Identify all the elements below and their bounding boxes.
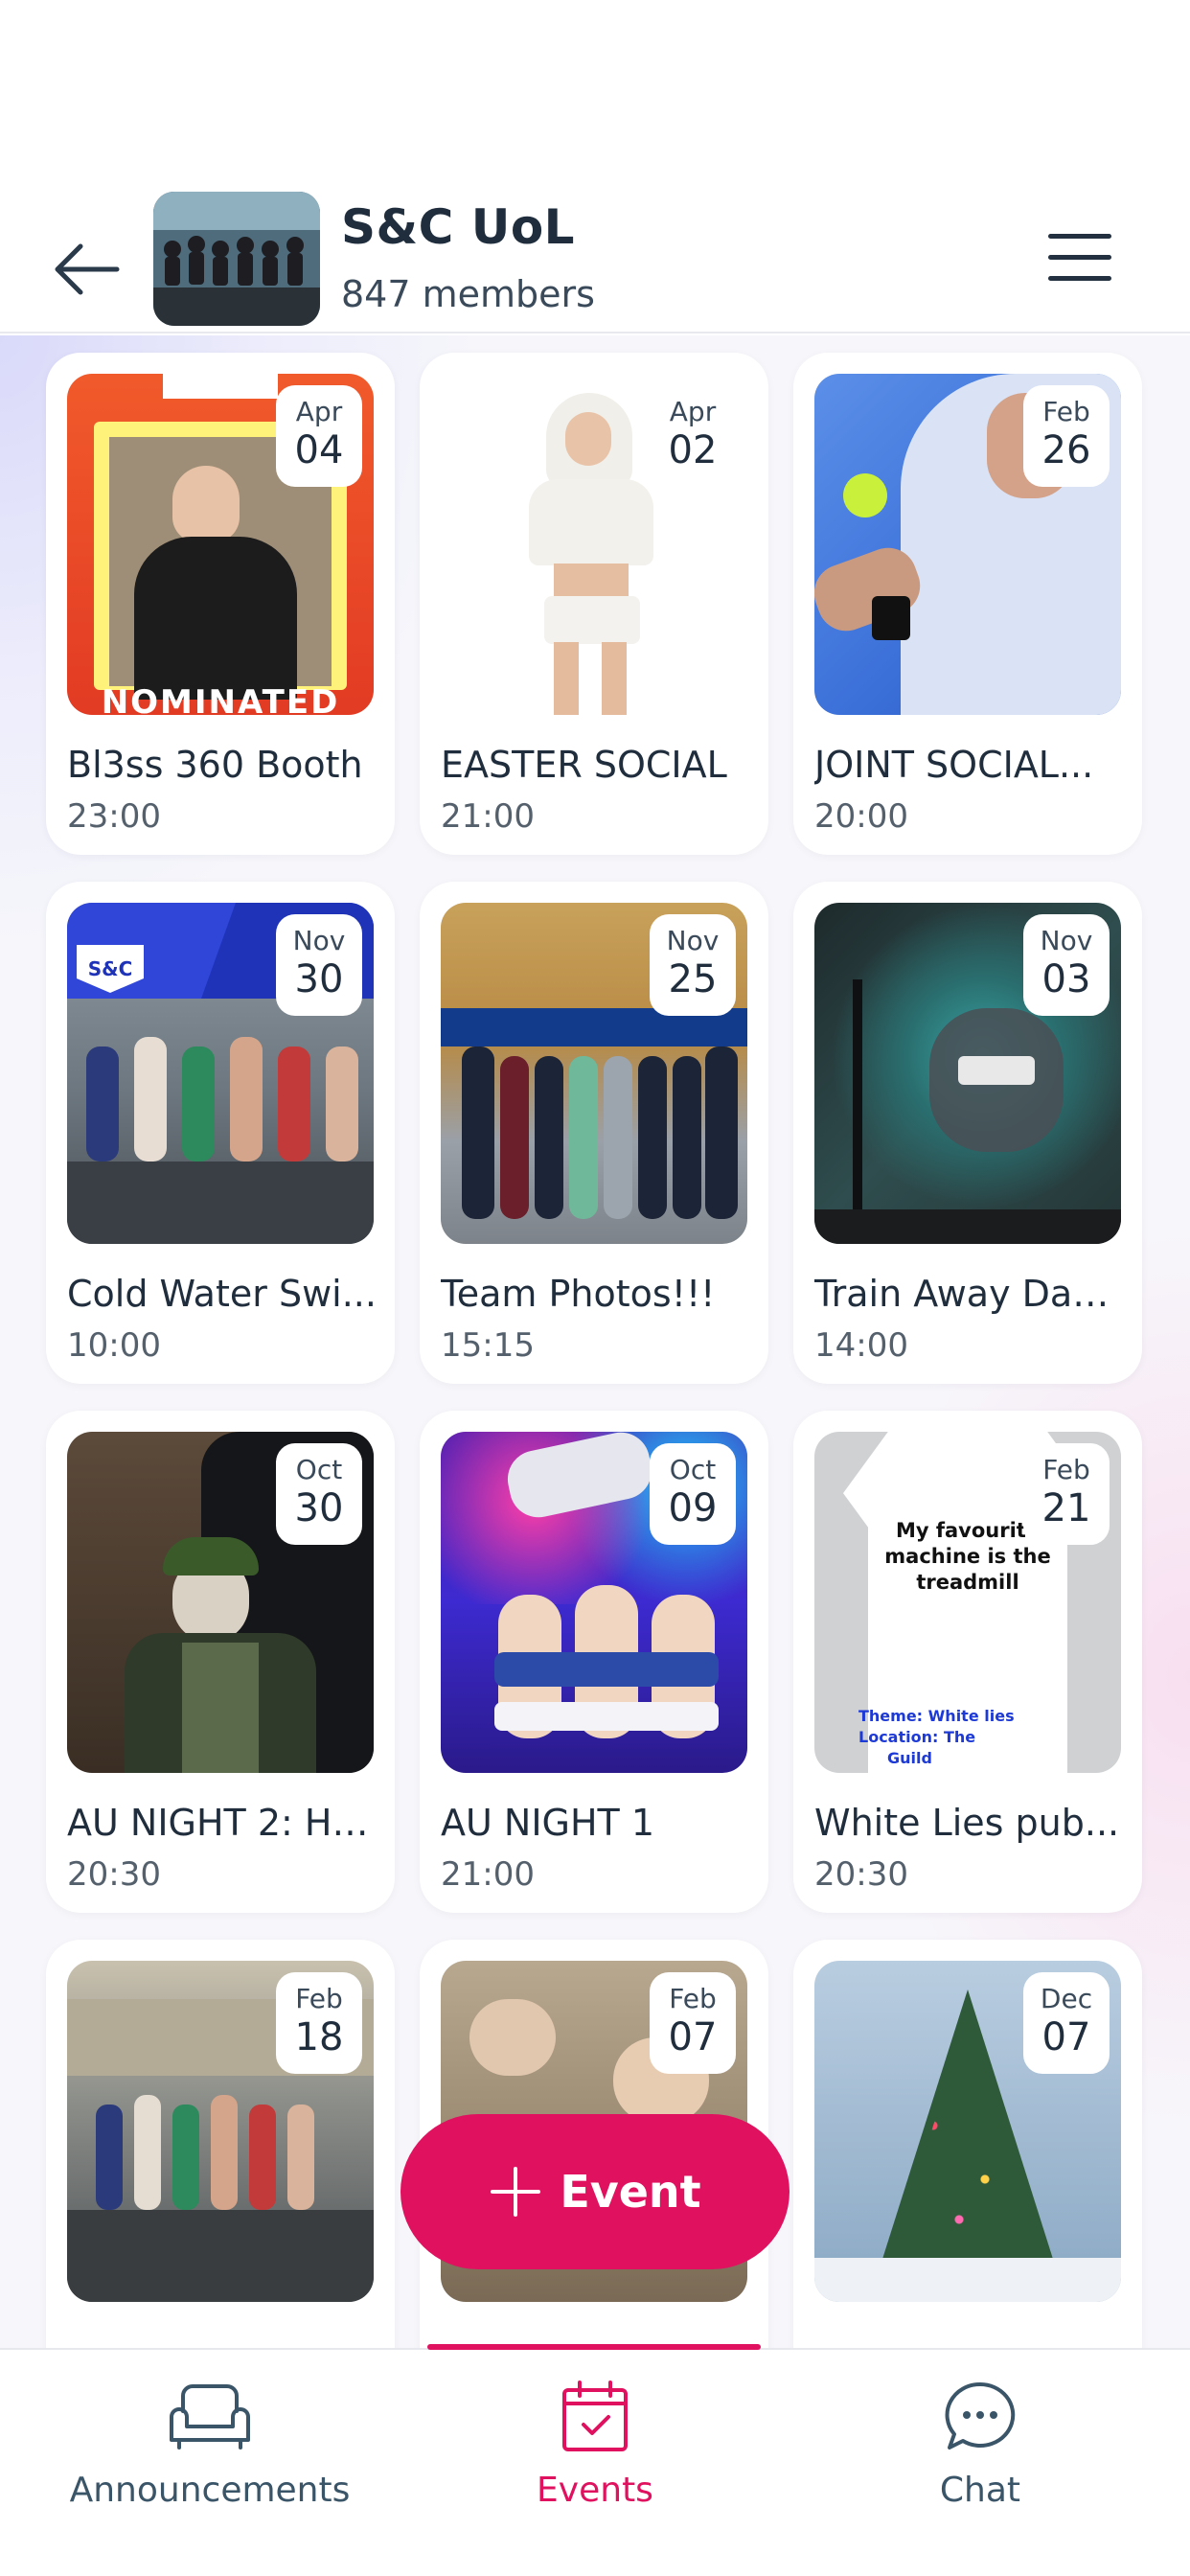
event-title: AU NIGHT 1 bbox=[441, 1802, 655, 1844]
event-title: EASTER SOCIAL bbox=[441, 744, 727, 786]
event-card[interactable]: Dec 07 bbox=[793, 1940, 1142, 2348]
event-title: Team Photos!!! bbox=[441, 1273, 716, 1315]
event-time: 21:00 bbox=[441, 1855, 535, 1894]
tab-events-label: Events bbox=[537, 2471, 653, 2510]
group-avatar[interactable] bbox=[153, 192, 320, 326]
event-card[interactable]: Feb 18 bbox=[46, 1940, 395, 2348]
nominated-banner: NOMINATED bbox=[101, 683, 340, 715]
event-date-badge: Apr 02 bbox=[650, 385, 736, 487]
shirt-theme-text: Theme: White lies Location: The Guild bbox=[858, 1707, 1015, 1767]
event-title: AU NIGHT 2: HA... bbox=[67, 1802, 379, 1844]
tab-announcements-label: Announcements bbox=[69, 2471, 351, 2510]
event-title: JOINT SOCIAL... bbox=[814, 744, 1094, 786]
menu-button[interactable] bbox=[1044, 226, 1115, 291]
event-time: 14:00 bbox=[814, 1326, 908, 1365]
event-title: Train Away Day 1 bbox=[814, 1273, 1127, 1315]
event-date-badge: Oct 30 bbox=[276, 1443, 362, 1545]
event-card[interactable]: S&C Nov 30 Cold Water Swi... 10:00 bbox=[46, 882, 395, 1384]
tab-announcements[interactable]: Announcements bbox=[11, 2379, 408, 2542]
tab-chat[interactable]: Chat bbox=[782, 2379, 1179, 2542]
hamburger-icon bbox=[1048, 234, 1111, 239]
calendar-check-icon bbox=[562, 2380, 628, 2451]
group-name: S&C UoL bbox=[341, 199, 576, 255]
event-time: 20:30 bbox=[814, 1855, 908, 1894]
member-count[interactable]: 847 members bbox=[341, 273, 595, 315]
group-header: S&C UoL 847 members bbox=[0, 0, 1190, 334]
event-date-badge: Feb 07 bbox=[650, 1972, 736, 2074]
events-grid[interactable]: NOMINATED Apr 04 Bl3ss 360 Booth 23:00 A… bbox=[0, 335, 1190, 2348]
event-time: 20:30 bbox=[67, 1855, 161, 1894]
chat-bubble-icon bbox=[945, 2381, 1016, 2450]
event-card[interactable]: Oct 09 AU NIGHT 1 21:00 bbox=[420, 1411, 768, 1913]
event-card[interactable]: Apr 02 EASTER SOCIAL 21:00 bbox=[420, 353, 768, 855]
back-button[interactable] bbox=[50, 236, 123, 303]
event-title: White Lies pub... bbox=[814, 1802, 1120, 1844]
tab-events[interactable]: Events bbox=[397, 2379, 793, 2542]
event-time: 23:00 bbox=[67, 797, 161, 836]
event-card[interactable]: Feb 26 JOINT SOCIAL... 20:00 bbox=[793, 353, 1142, 855]
add-event-button[interactable]: Event bbox=[400, 2114, 790, 2269]
event-date-badge: Feb 26 bbox=[1023, 385, 1110, 487]
event-time: 21:00 bbox=[441, 797, 535, 836]
event-time: 20:00 bbox=[814, 797, 908, 836]
event-date-badge: Dec 07 bbox=[1023, 1972, 1110, 2074]
active-tab-indicator bbox=[427, 2344, 761, 2350]
event-date-badge: Apr 04 bbox=[276, 385, 362, 487]
arrow-left-icon bbox=[55, 243, 120, 295]
event-time: 10:00 bbox=[67, 1326, 161, 1365]
event-title: Cold Water Swi... bbox=[67, 1273, 377, 1315]
event-title: Bl3ss 360 Booth bbox=[67, 744, 363, 786]
event-date-badge: Oct 09 bbox=[650, 1443, 736, 1545]
plus-icon bbox=[491, 2167, 541, 2217]
group-photo bbox=[153, 192, 320, 326]
sofa-icon bbox=[170, 2384, 250, 2450]
event-card[interactable]: Oct 30 AU NIGHT 2: HA... 20:30 bbox=[46, 1411, 395, 1913]
event-date-badge: Nov 30 bbox=[276, 914, 362, 1016]
tab-chat-label: Chat bbox=[939, 2471, 1021, 2510]
event-date-badge: Feb 18 bbox=[276, 1972, 362, 2074]
event-date-badge: Feb 21 bbox=[1023, 1443, 1110, 1545]
event-card[interactable]: Nov 25 Team Photos!!! 15:15 bbox=[420, 882, 768, 1384]
bottom-nav: Announcements Events Chat bbox=[0, 2344, 1190, 2576]
event-date-badge: Nov 25 bbox=[650, 914, 736, 1016]
event-card[interactable]: NOMINATED Apr 04 Bl3ss 360 Booth 23:00 bbox=[46, 353, 395, 855]
add-event-label: Event bbox=[560, 2166, 701, 2218]
event-card[interactable]: Nov 03 Train Away Day 1 14:00 bbox=[793, 882, 1142, 1384]
event-date-badge: Nov 03 bbox=[1023, 914, 1110, 1016]
event-card[interactable]: My favourite machine is the treadmill Th… bbox=[793, 1411, 1142, 1913]
event-time: 15:15 bbox=[441, 1326, 535, 1365]
